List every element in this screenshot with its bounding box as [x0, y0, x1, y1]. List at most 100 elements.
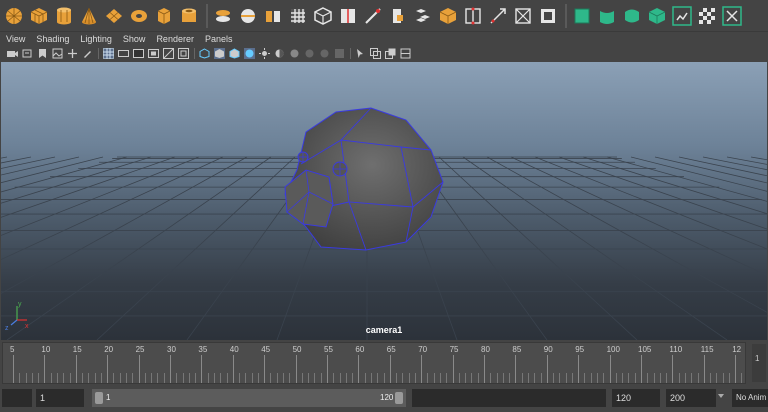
timeline-minor-tick [352, 373, 354, 383]
animation-start-field[interactable] [2, 389, 32, 407]
field-chart-icon[interactable] [163, 47, 174, 59]
poly-cube-icon[interactable] [29, 6, 49, 26]
combine-icon[interactable] [213, 6, 233, 26]
range-end-handle[interactable] [395, 392, 403, 404]
timeline-minor-tick [126, 373, 128, 383]
bookmark-icon[interactable] [37, 48, 48, 59]
menu-panels[interactable]: Panels [205, 34, 233, 44]
timeline-minor-tick [377, 373, 379, 383]
bevel-icon[interactable] [438, 6, 458, 26]
grease-pencil-icon[interactable] [82, 48, 93, 59]
film-gate-icon[interactable] [118, 48, 129, 59]
current-frame-field[interactable]: 1 [752, 344, 766, 382]
uv-editor-icon[interactable] [672, 5, 692, 26]
timeline-tick-label: 70 [418, 345, 428, 354]
multi-cut-icon[interactable] [488, 6, 508, 26]
timeline-minor-tick [182, 373, 184, 383]
timeline-tick-label: 12 [732, 345, 742, 354]
uv-auto-icon[interactable] [647, 6, 667, 26]
wireframe-on-shaded-icon[interactable] [229, 47, 240, 59]
bridge-icon[interactable] [363, 6, 383, 26]
timeline-minor-tick [521, 373, 523, 383]
extrude-icon[interactable] [388, 6, 408, 26]
timeline-major-tick [735, 355, 737, 383]
timeline-minor-tick [25, 373, 27, 383]
delete-edge-icon[interactable] [538, 6, 558, 26]
insert-edge-loop-icon[interactable] [463, 6, 483, 26]
toolbar-separator [194, 47, 195, 59]
poly-pipe-icon[interactable] [179, 6, 199, 26]
xray-joints-icon[interactable] [385, 48, 396, 59]
timeline-minor-tick [88, 373, 90, 383]
poly-cone-icon[interactable] [79, 6, 99, 26]
range-slider[interactable]: 1 120 [92, 389, 406, 407]
smooth-shade-icon[interactable] [214, 47, 225, 59]
poly-sphere-icon[interactable] [4, 6, 24, 26]
safe-action-icon[interactable] [178, 47, 189, 59]
mirror-icon[interactable] [338, 6, 358, 26]
uv-planar-icon[interactable] [572, 6, 592, 26]
playback-end-field[interactable]: 120 [612, 389, 660, 407]
range-start-label: 1 [106, 393, 111, 402]
chevron-down-icon[interactable] [718, 394, 724, 398]
ambient-occlusion-icon[interactable] [289, 48, 300, 59]
timeline-minor-tick [628, 373, 630, 383]
boolean-icon[interactable] [313, 6, 333, 26]
menu-shading[interactable]: Shading [36, 34, 69, 44]
xray-active-components-icon[interactable] [400, 48, 411, 59]
timeline-minor-tick [82, 373, 84, 383]
two-d-pan-icon[interactable] [67, 48, 78, 59]
timeline-minor-tick [666, 373, 668, 383]
poly-cylinder-icon[interactable] [54, 6, 74, 26]
timeline-minor-tick [364, 373, 366, 383]
menu-show[interactable]: Show [123, 34, 146, 44]
gate-mask-icon[interactable] [148, 48, 159, 59]
timeline-minor-tick [465, 373, 467, 383]
playback-start-field[interactable]: 1 [36, 389, 84, 407]
wireframe-icon[interactable] [199, 47, 210, 59]
grid-icon[interactable] [103, 47, 114, 59]
poly-prism-icon[interactable] [154, 6, 174, 26]
xray-icon[interactable] [370, 47, 381, 59]
timeline-tick-label: 15 [72, 345, 82, 354]
menu-renderer[interactable]: Renderer [156, 34, 194, 44]
perspective-viewport[interactable]: y x z camera1 [1, 62, 767, 340]
time-slider-track[interactable]: 5 10 15 20 25 30 35 40 45 50 55 60 65 70 75 80 85 90 95 100… [2, 342, 746, 384]
resolution-gate-icon[interactable] [133, 48, 144, 59]
monkey-head-mesh[interactable] [284, 107, 444, 251]
separate-icon[interactable] [238, 6, 258, 26]
anim-layer-field[interactable]: No Anim [732, 389, 768, 407]
uv-unfold-icon[interactable] [722, 5, 742, 26]
toolbar-separator [98, 47, 99, 59]
timeline-tick-label: 40 [229, 345, 239, 354]
motion-blur-icon[interactable] [304, 48, 315, 59]
extract-icon[interactable] [263, 6, 283, 26]
lights-icon[interactable] [259, 47, 270, 59]
uv-cylindrical-icon[interactable] [597, 6, 617, 26]
animation-end-field[interactable]: 200 [666, 389, 716, 407]
shadows-icon[interactable] [274, 48, 285, 59]
range-start-handle[interactable] [95, 392, 103, 404]
timeline-tick-label: 10 [41, 345, 51, 354]
time-slider[interactable]: 5 10 15 20 25 30 35 40 45 50 55 60 65 70 75 80 85 90 95 100… [0, 340, 768, 386]
textured-icon[interactable] [244, 47, 255, 59]
timeline-major-tick [641, 355, 642, 383]
append-icon[interactable] [413, 6, 433, 26]
poly-torus-icon[interactable] [129, 6, 149, 26]
camera-attributes-icon[interactable] [22, 48, 33, 59]
target-weld-icon[interactable] [513, 6, 533, 26]
anti-aliasing-icon[interactable] [319, 48, 330, 59]
camera-icon[interactable] [7, 48, 18, 59]
smooth-icon[interactable] [288, 6, 308, 26]
uv-checker-icon[interactable] [697, 6, 717, 26]
menu-view[interactable]: View [6, 34, 25, 44]
isolate-select-icon[interactable] [355, 48, 366, 59]
poly-plane-icon[interactable] [104, 6, 124, 26]
range-spacer [412, 389, 606, 407]
menu-lighting[interactable]: Lighting [80, 34, 112, 44]
timeline-minor-tick [69, 373, 71, 383]
depth-of-field-icon[interactable] [334, 48, 345, 59]
uv-spherical-icon[interactable] [622, 6, 642, 26]
image-plane-icon[interactable] [52, 48, 63, 59]
viewport-scene: y x z [1, 107, 767, 340]
